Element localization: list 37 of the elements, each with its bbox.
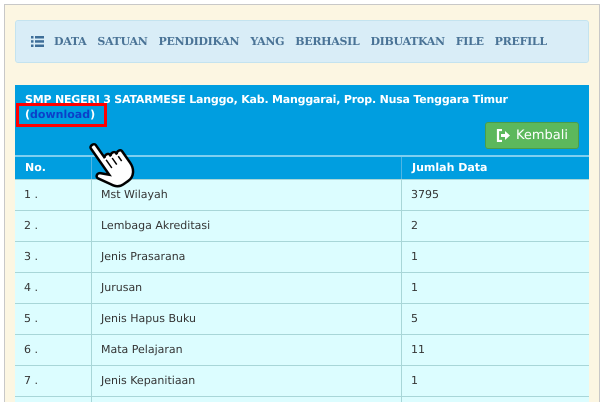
- paren-text: (: [25, 108, 30, 121]
- heading-word: BERHASIL: [295, 35, 360, 48]
- school-title: SMP NEGERI 3 SATARMESE Langgo, Kab. Manggarai, Prop. Nusa Tenggara Timur: [25, 93, 509, 106]
- table-cell: Jenis Prasarana: [92, 242, 402, 272]
- table-cell: Mata Pelajaran: [92, 335, 402, 365]
- table-cell: Jurusan: [92, 273, 402, 303]
- table-cell: 5 .: [15, 304, 92, 334]
- table-cell: Jenis Kepanitiaan: [92, 366, 402, 396]
- paren-text: ): [90, 108, 96, 121]
- table-cell-text: 5: [410, 311, 419, 327]
- table-cell-text: 3795: [410, 187, 440, 203]
- table-cell: 7 .: [15, 366, 92, 396]
- table-cell-text: 1: [410, 373, 419, 389]
- heading-word: DIBUATKAN: [370, 35, 445, 48]
- heading-word: DATA: [54, 35, 86, 48]
- table-cell-text: 11: [410, 342, 426, 358]
- heading-word: SATUAN: [97, 35, 148, 48]
- heading-word: PREFILL: [494, 35, 547, 48]
- exit-icon: [496, 129, 510, 142]
- table-cell: 2 .: [15, 211, 92, 241]
- column-header: No.: [15, 157, 92, 179]
- table-cell: 1 .: [15, 180, 92, 210]
- download-link[interactable]: download: [30, 108, 90, 121]
- heading-word: PENDIDIKAN: [158, 35, 240, 48]
- column-header: Jumlah Data: [410, 160, 488, 176]
- heading-word: YANG: [250, 35, 284, 48]
- table-cell-text: 1: [410, 280, 419, 296]
- table-cell: 3 .: [15, 242, 92, 272]
- table-cell-text: 2: [410, 218, 419, 234]
- list-icon: [31, 36, 44, 47]
- table-cell: Jenis Hapus Buku: [92, 304, 402, 334]
- back-button[interactable]: Kembali: [485, 122, 579, 149]
- table-cell: Lembaga Akreditasi: [92, 211, 402, 241]
- heading-word: FILE: [456, 35, 484, 48]
- table-cell: 6 .: [15, 335, 92, 365]
- table-cell-text: 1: [410, 249, 419, 265]
- table-cell: 4 .: [15, 273, 92, 303]
